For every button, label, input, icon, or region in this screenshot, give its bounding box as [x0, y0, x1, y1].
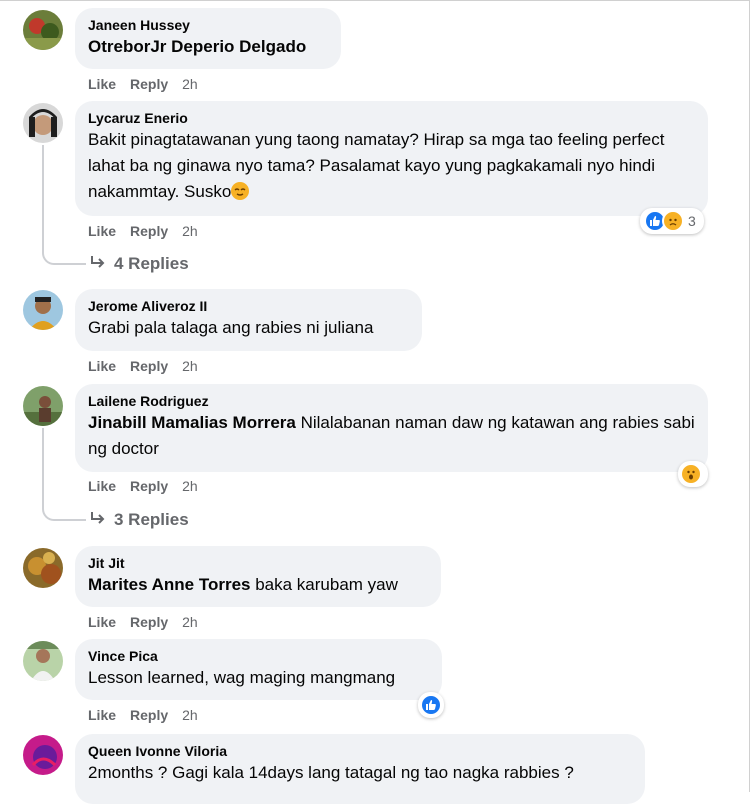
comment-text-content: baka karubam yaw [250, 575, 398, 594]
like-icon [420, 694, 442, 716]
replies-count: 3 Replies [114, 510, 189, 529]
tagged-user[interactable]: OtreborJr Deperio Delgado [88, 37, 306, 56]
thread-connector [42, 245, 86, 265]
comment-bubble: Lailene Rodriguez Jinabill Mamalias Morr… [75, 384, 708, 472]
like-button[interactable]: Like [88, 707, 116, 723]
comment-text-content: Bakit pinagtatawanan yung taong namatay?… [88, 130, 665, 201]
comment-author[interactable]: Jit Jit [88, 554, 428, 572]
comment-text: 2months ? Gagi kala 14days lang tatagal … [88, 763, 574, 782]
comment-text: Jinabill Mamalias Morrera Nilalabanan na… [88, 410, 695, 462]
reply-button[interactable]: Reply [130, 707, 168, 723]
comment-text: Lesson learned, wag maging mangmang [88, 668, 396, 687]
avatar[interactable] [23, 103, 63, 143]
avatar[interactable] [23, 641, 63, 681]
comment-author[interactable]: Vince Pica [88, 647, 429, 665]
view-replies-link[interactable]: 4 Replies [90, 254, 189, 274]
thread-line [42, 428, 44, 501]
reply-arrow-icon [90, 510, 106, 529]
avatar[interactable] [23, 386, 63, 426]
timestamp[interactable]: 2h [182, 358, 198, 374]
sad-icon [662, 210, 684, 232]
comment-author[interactable]: Queen Ivonne Viloria [88, 742, 632, 760]
comment-bubble: Vince Pica Lesson learned, wag maging ma… [75, 639, 442, 700]
comment-bubble: Jit Jit Marites Anne Torres baka karubam… [75, 546, 441, 607]
comment-text: Bakit pinagtatawanan yung taong namatay?… [88, 127, 695, 205]
comment-author[interactable]: Lailene Rodriguez [88, 392, 695, 410]
avatar[interactable] [23, 548, 63, 588]
comment-actions: Like Reply 2h [88, 613, 198, 631]
avatar[interactable] [23, 10, 63, 50]
timestamp[interactable]: 2h [182, 223, 198, 239]
replies-count: 4 Replies [114, 254, 189, 273]
comment-author[interactable]: Jerome Aliveroz II [88, 297, 409, 315]
tagged-user[interactable]: Marites Anne Torres [88, 575, 251, 594]
like-button[interactable]: Like [88, 223, 116, 239]
comment-bubble: Jerome Aliveroz II Grabi pala talaga ang… [75, 289, 422, 351]
top-border [0, 0, 750, 1]
like-button[interactable]: Like [88, 358, 116, 374]
reply-button[interactable]: Reply [130, 223, 168, 239]
reaction-summary[interactable] [678, 461, 708, 487]
reaction-summary[interactable] [418, 692, 444, 718]
view-replies-link[interactable]: 3 Replies [90, 510, 189, 530]
relieved-face-icon [231, 182, 250, 200]
wow-icon [680, 463, 702, 485]
comment-author[interactable]: Janeen Hussey [88, 16, 328, 34]
avatar[interactable] [23, 735, 63, 775]
thread-line [42, 145, 44, 245]
tagged-user[interactable]: Jinabill Mamalias Morrera [88, 413, 296, 432]
like-button[interactable]: Like [88, 614, 116, 630]
reply-button[interactable]: Reply [130, 614, 168, 630]
comment-text: OtreborJr Deperio Delgado [88, 34, 328, 60]
like-button[interactable]: Like [88, 76, 116, 92]
comment-text: Marites Anne Torres baka karubam yaw [88, 572, 428, 598]
timestamp[interactable]: 2h [182, 614, 198, 630]
comment-actions: Like Reply 2h [88, 75, 198, 93]
like-button[interactable]: Like [88, 478, 116, 494]
comment-actions: Like Reply 2h [88, 706, 198, 724]
timestamp[interactable]: 2h [182, 76, 198, 92]
comment-bubble: Lycaruz Enerio Bakit pinagtatawanan yung… [75, 101, 708, 216]
comment-actions: Like Reply 2h [88, 357, 198, 375]
comment-author[interactable]: Lycaruz Enerio [88, 109, 695, 127]
reply-button[interactable]: Reply [130, 478, 168, 494]
comment-text: Grabi pala talaga ang rabies ni juliana [88, 318, 374, 337]
timestamp[interactable]: 2h [182, 707, 198, 723]
reply-button[interactable]: Reply [130, 358, 168, 374]
reaction-summary[interactable]: 3 [640, 208, 704, 234]
timestamp[interactable]: 2h [182, 478, 198, 494]
thread-connector [42, 501, 86, 521]
comment-actions: Like Reply 2h [88, 477, 198, 495]
comment-bubble: Janeen Hussey OtreborJr Deperio Delgado [75, 8, 341, 69]
reaction-count: 3 [688, 213, 696, 229]
comment-actions: Like Reply 2h [88, 222, 198, 240]
reply-arrow-icon [90, 254, 106, 273]
reply-button[interactable]: Reply [130, 76, 168, 92]
comment-bubble: Queen Ivonne Viloria 2months ? Gagi kala… [75, 734, 645, 804]
avatar[interactable] [23, 290, 63, 330]
